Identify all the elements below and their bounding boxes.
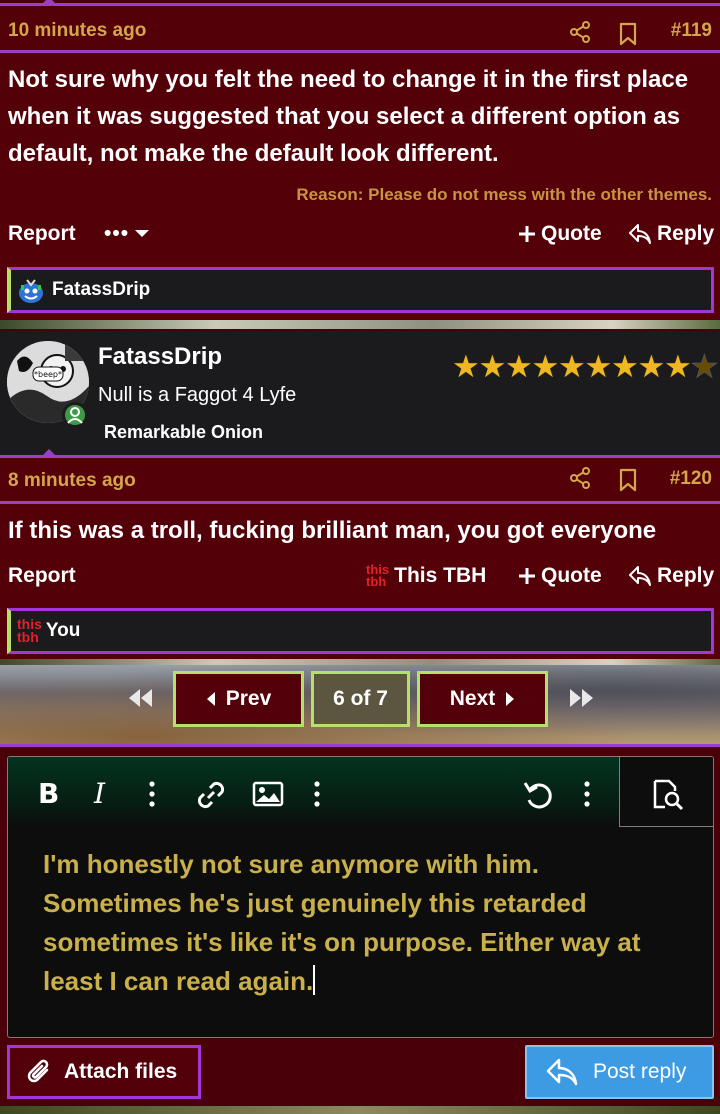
preview-icon	[653, 779, 684, 811]
link-icon[interactable]	[195, 779, 227, 811]
star-filled-icon: ★	[478, 349, 507, 384]
more-options-icon[interactable]	[148, 781, 156, 807]
star-filled-icon: ★	[452, 349, 480, 384]
this-tbh-icon: this tbh	[17, 616, 42, 645]
last-page-icon[interactable]	[568, 687, 596, 709]
more-options-icon[interactable]	[583, 781, 591, 807]
pagination: Prev 6 of 7 Next	[0, 665, 720, 745]
caret-right-icon	[506, 692, 515, 706]
more-options-icon[interactable]	[313, 781, 321, 807]
post-number[interactable]: #119	[671, 20, 712, 42]
post-meta: 10 minutes ago #119	[0, 6, 720, 50]
arrow-notch	[42, 449, 56, 456]
post-120: 8 minutes ago #120 If this was a troll, …	[0, 458, 720, 661]
star-filled-icon: ★	[637, 349, 666, 384]
caret-down-icon	[135, 230, 150, 237]
post-actions: Report this tbh This TBH Quote Reply	[0, 562, 720, 604]
reaction-user[interactable]: You	[46, 620, 80, 642]
first-page-icon[interactable]	[126, 687, 154, 709]
reply-arrow-icon	[629, 224, 651, 244]
star-filled-icon: ★	[505, 349, 533, 384]
divider	[0, 50, 720, 53]
reply-editor[interactable]: B I I'm honestly not sure anymore with h…	[7, 756, 714, 1038]
paperclip-icon	[27, 1059, 49, 1083]
trophy-stars[interactable]: ★ ★ ★ ★ ★ ★ ★ ★ ★ ★	[452, 349, 719, 384]
plus-icon	[519, 226, 535, 242]
online-status-icon	[62, 402, 88, 428]
editor-toolbar: B I	[8, 757, 713, 827]
smiley-reaction-icon	[19, 279, 43, 303]
star-empty-icon: ★	[690, 349, 719, 384]
bold-icon[interactable]: B	[38, 777, 59, 810]
post-body: Not sure why you felt the need to change…	[8, 66, 689, 167]
star-filled-icon: ★	[558, 349, 586, 384]
divider	[0, 744, 720, 747]
post-number[interactable]: #120	[670, 468, 712, 490]
reply-arrow-icon	[546, 1058, 578, 1086]
post-meta: 8 minutes ago #120	[0, 458, 720, 502]
reply-button[interactable]: Reply	[628, 564, 714, 588]
quote-button[interactable]: Quote	[518, 222, 602, 246]
plus-icon	[519, 568, 535, 584]
bookmark-icon[interactable]	[617, 468, 639, 492]
reactions-bar[interactable]: FatassDrip	[7, 267, 714, 313]
footer-strip	[0, 1106, 720, 1114]
more-menu-button[interactable]: •••	[104, 222, 150, 246]
moderation-reason: Reason: Please do not mess with the othe…	[296, 185, 712, 204]
star-filled-icon: ★	[611, 349, 639, 384]
arrow-notch	[42, 0, 56, 4]
undo-icon[interactable]	[522, 779, 554, 811]
post-119: 10 minutes ago #119 Not sure why you fel…	[0, 6, 720, 320]
username[interactable]: FatassDrip	[98, 343, 222, 371]
post-separator	[0, 320, 720, 329]
post-reply-button[interactable]: Post reply	[525, 1045, 714, 1099]
share-icon[interactable]	[568, 466, 592, 490]
avatar-caption: *beep*	[34, 370, 62, 379]
attach-files-button[interactable]: Attach files	[7, 1045, 201, 1099]
post-time[interactable]: 10 minutes ago	[8, 20, 146, 42]
bookmark-icon[interactable]	[617, 22, 639, 46]
italic-icon[interactable]: I	[94, 777, 105, 810]
quote-button[interactable]: Quote	[518, 564, 602, 588]
star-filled-icon: ★	[664, 349, 692, 384]
user-info: *beep* FatassDrip Null is a Faggot 4 Lyf…	[0, 331, 720, 455]
report-button[interactable]: Report	[8, 564, 76, 588]
next-page-button[interactable]: Next	[417, 671, 548, 727]
reaction-user[interactable]: FatassDrip	[52, 279, 150, 301]
current-page: 6 of 7	[311, 671, 410, 727]
reaction-button[interactable]: this tbh This TBH	[366, 562, 486, 589]
post-time[interactable]: 8 minutes ago	[8, 470, 136, 492]
user-title: Null is a Faggot 4 Lyfe	[98, 384, 297, 406]
preview-button[interactable]	[619, 757, 713, 827]
image-icon[interactable]	[252, 781, 284, 809]
report-button[interactable]: Report	[8, 222, 76, 246]
prev-page-button[interactable]: Prev	[173, 671, 304, 727]
post-body: If this was a troll, fucking brilliant m…	[8, 517, 657, 544]
user-rank: Remarkable Onion	[104, 422, 264, 442]
divider	[0, 501, 720, 504]
star-filled-icon: ★	[584, 349, 613, 384]
post-actions: Report ••• Quote Reply	[0, 222, 720, 262]
reply-arrow-icon	[629, 566, 651, 586]
reply-button[interactable]: Reply	[628, 222, 714, 246]
reactions-bar[interactable]: this tbh You	[7, 608, 714, 654]
star-filled-icon: ★	[531, 349, 560, 384]
this-tbh-icon: this tbh	[366, 562, 390, 589]
caret-left-icon	[206, 692, 215, 706]
share-icon[interactable]	[568, 20, 592, 44]
editor-content[interactable]: I'm honestly not sure anymore with him. …	[43, 845, 683, 1001]
text-caret	[313, 965, 316, 995]
